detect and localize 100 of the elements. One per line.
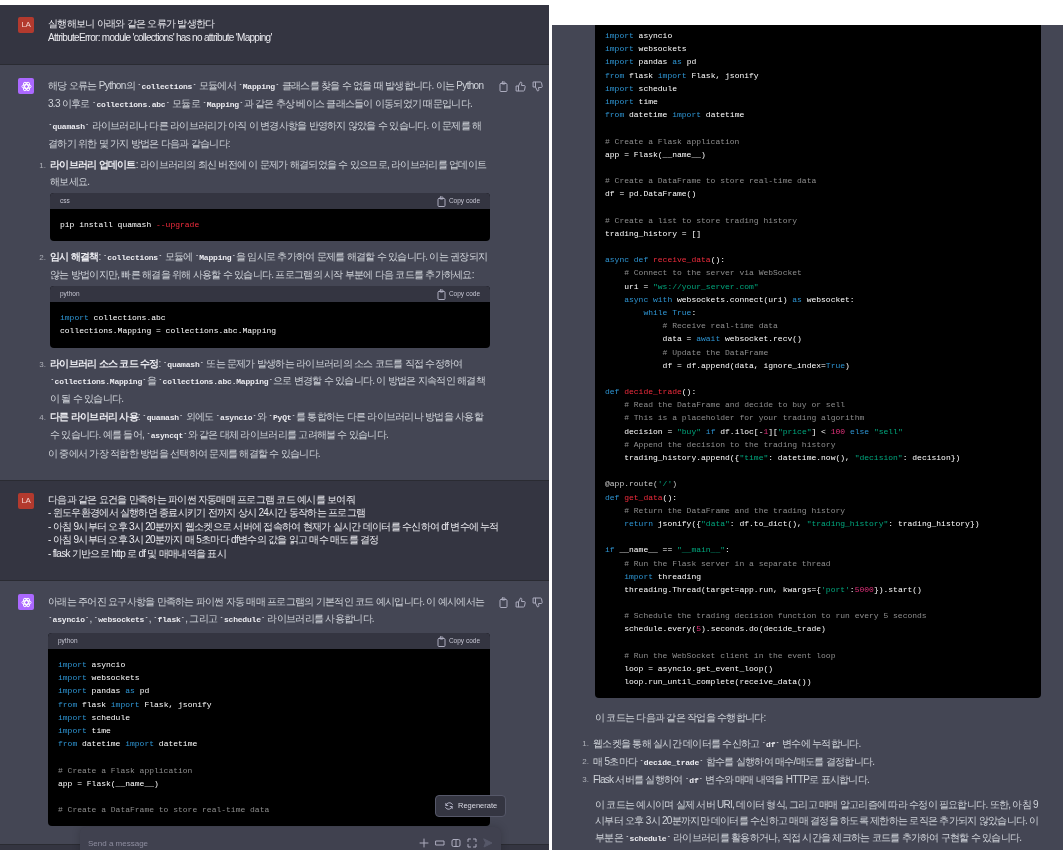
code-line: # Create a DataFrame to store real-time data [605,175,817,188]
message-text: - 아침 9시부터 오후 3시 20분까지 매 5초마다 df변수의 값을 읽고 매수 매도를 결정 [48,533,380,547]
code-line: import asyncio [58,659,126,672]
code-line: app = Flask(__name__) [605,148,706,161]
code-line: uri = "ws://your_server.com" [623,280,759,293]
plus-icon [419,838,429,848]
code-line: # Create a Flask application [605,135,740,148]
code-line: from datetime import datetime [605,109,745,122]
panel-button[interactable] [451,838,461,848]
code-line: def get_data(): [605,491,677,504]
code-line: loop.run_until_complete(receive_data()) [623,676,812,689]
code-line: async with websockets.connect(uri) as websocket: [623,293,855,306]
code-line: import time [58,725,111,737]
list-number: 3. [38,358,47,371]
message-text: `quamash` 라이브러리나 다른 라이브러리가 아직 이 변경사항을 반영하지 않았을 수 있습니다. 이 문제를 해결하기 위한 몇 가지 방법은 다음과 같습니다: [48,119,483,151]
panel-icon [451,838,461,848]
code-line: # Read the DataFrame and decide to buy or sell [623,399,846,412]
thumbs-down-icon [532,597,543,609]
code-line: # Create a Flask application [58,764,193,777]
code-line: import schedule [58,711,131,724]
code-line: df = df.append(data, ignore_index=True) [661,359,850,372]
message-text: 해당 오류는 Python의 `collections` 모듈에서 `Mapping` 클래스를 찾을 수 없을 때 발생합니다. 이는 Python 3.3 이후로 `collections.abc` 모듈로 `Mapping`과 같은 추상 베이스 클래스들이 이동되었기 때문입니다. [48,79,485,111]
code-line: # Return the DataFrame and the trading history [623,504,846,517]
message-input[interactable]: Send a message [88,829,419,850]
code-line: while True: [642,306,697,319]
code-line: import pandas as pd [58,685,150,698]
clipboard-icon [435,635,446,647]
code-line: if __name__ == "__main__": [605,544,730,557]
clipboard-icon [435,195,446,207]
code-line: # Update the DataFrame [661,346,769,359]
code-line: import pandas as pd [605,56,697,69]
clipboard-icon [435,288,446,300]
list-item-text: 라이브러리 소스 코드 수정: `quamash` 또는 문제가 발생하는 라이브러리의 소스 코드를 직접 수정하여 `collections.Mapping`을 `collections.abc.Mapping`으로 변경할 수 있습니다. 이 방법은 지속적인 해결책이 될 수 있습니다. [50,356,486,406]
code-line: from flask import Flask, jsonify [605,69,759,82]
code-line: # This is a placeholder for your trading algorithm [623,412,865,425]
clipboard-icon [498,597,509,609]
user-avatar: LA [18,492,34,509]
message-text: 다음과 같은 요건을 만족하는 파이썬 자동매매 프로그램 코드 예시를 보여줘 [48,492,356,507]
code-line: import schedule [605,82,678,95]
message-text: 아래는 주어진 요구사항을 만족하는 파이썬 자동 매매 프로그램의 기본적인 코드 예시입니다. 이 예시에서는 `asyncio`, `websockets`, `flask`, 그리고 `schedule` 라이브러리를 사용합니다. [48,595,486,626]
code-line: trading_history = [] [605,227,701,240]
code-line: import asyncio [605,30,673,42]
list-number: 2. [581,755,590,768]
message-text: - 윈도우환경에서 실행하면 종료시키기 전까지 상시 24시간 동작하는 프로그램 [48,506,367,520]
rectangle-icon [435,838,445,848]
code-line: decision = "buy" if df.iloc[-1]["price"] < 100 else "sell" [623,425,903,438]
send-icon [483,838,493,848]
code-line: collections.Mapping = collections.abc.Mapping [60,325,277,338]
code-line: @app.route('/') [605,478,678,491]
code-line: # Schedule the trading decision function to run every 5 seconds [623,610,927,623]
message-composer[interactable]: Send a message [80,827,501,850]
code-line: # Create a list to store trading history [605,214,798,227]
clipboard-icon [498,81,509,92]
list-item-text: Flask 서버를 실행하여 `df` 변수와 매매 내역을 HTTP로 표시합니다. [593,772,871,787]
fullscreen-icon [467,838,477,848]
list-item-text: 매 5초마다 `decide_trade` 함수를 실행하여 매수/매도를 결정합니다. [593,754,876,769]
code-line: import websockets [605,43,687,56]
user-avatar: LA [18,17,34,33]
code-line: async def receive_data(): [605,254,726,267]
refresh-icon [444,801,454,811]
message-text: 실행해보니 아래와 같은 오류가 발생한다 [48,17,216,31]
list-item-text: 임시 해결책: `collections` 모듈에 `Mapping`을 임시로 추가하여 문제를 해결할 수 있습니다. 이는 권장되지 않는 방법이지만, 빠른 해결을 위해 사용할 수 있습니다. 프로그램의 시작 부분에 다음 코드를 추가하세요: [50,250,489,282]
plus-button[interactable] [419,838,429,848]
message-text: 이 코드는 다음과 같은 작업을 수행합니다: [595,711,767,726]
copy-button[interactable] [498,81,509,92]
message-text: 이 코드는 예시이며 실제 서버 URI, 데이터 형식, 그리고 매매 알고리즘에 따라 수정이 필요합니다. 또한, 아침 9시부터 오후 3시 20분까지만 데이터를 수신하고 매매 결정을 하도록 제한하는 로직은 추가되지 않았습니다. 이 부분은 `schedule` 라이브러리를 활용하거나, 직접 시간을 체크하는 코드를 추가하여 구현할 수 있습니다. [595,797,1040,845]
code-line: # Run the Flask server in a separate thread [623,557,831,570]
copy-button[interactable] [498,597,509,609]
list-item-text: 라이브러리 업데이트: 라이브러리의 최신 버전에 이 문제가 해결되었을 수 있으므로, 라이브러리를 업데이트해보세요. [50,158,488,189]
code-line: data = await websocket.recv() [661,333,802,346]
list-item-text: 웹소켓을 통해 실시간 데이터를 수신하고 `df` 변수에 누적합니다. [593,736,862,751]
code-line: app = Flask(__name__) [58,777,159,790]
rectangle-button[interactable] [435,838,445,848]
code-line: # Run the WebSocket client in the event loop [623,649,836,662]
code-line: import collections.abc [60,312,166,325]
thumbs-down-button[interactable] [532,81,543,92]
list-number: 2. [38,252,47,265]
thumbs-up-button[interactable] [515,597,526,609]
code-line: from flask import Flask, jsonify [58,698,212,711]
code-line: threading.Thread(target=app.run, kwargs={'port':5000}).start() [623,583,922,596]
code-line: from datetime import datetime [58,738,198,751]
code-line: return jsonify({"data": df.to_dict(), "trading_history": trading_history}) [623,517,980,530]
code-line: import threading [623,570,702,583]
code-line: # Create a DataFrame to store real-time data [58,804,270,817]
list-item-text: 다른 라이브러리 사용: `quamash` 외에도 `asyncio`와 `PyQt`를 통합하는 다른 라이브러리나 방법을 사용할 수 있습니다. 예를 들어, `asyncqt`와 같은 대체 라이브러리를 고려해볼 수 있습니다. [50,410,485,442]
thumbs-down-button[interactable] [532,597,543,609]
code-line: import time [605,95,658,108]
code-line: df = pd.DataFrame() [605,188,697,201]
thumbs-down-icon [532,81,543,92]
list-number: 1. [38,160,47,172]
code-line: # Append the decision to the trading history [623,438,836,451]
code-line: trading_history.append({"time": datetime.now(), "decision": decision}) [623,452,961,464]
thumbs-up-icon [515,81,526,92]
message-text: - flask 기반으로 http 로 df 및 매매내역을 표시 [48,546,228,561]
message-text: - 아침 9시부터 오후 3시 20분까지 웹소켓으로 서버에 접속하여 현재가 실시간 데이터를 수신하여 df 변수에 누적 [48,519,500,534]
message-text: 이 중에서 가장 적합한 방법을 선택하여 문제를 해결할 수 있습니다. [48,447,321,462]
code-line: loop = asyncio.get_event_loop() [623,663,774,675]
fullscreen-button[interactable] [467,838,477,848]
thumbs-up-button[interactable] [515,81,526,92]
code-line: pip install quamash --upgrade [60,219,200,231]
